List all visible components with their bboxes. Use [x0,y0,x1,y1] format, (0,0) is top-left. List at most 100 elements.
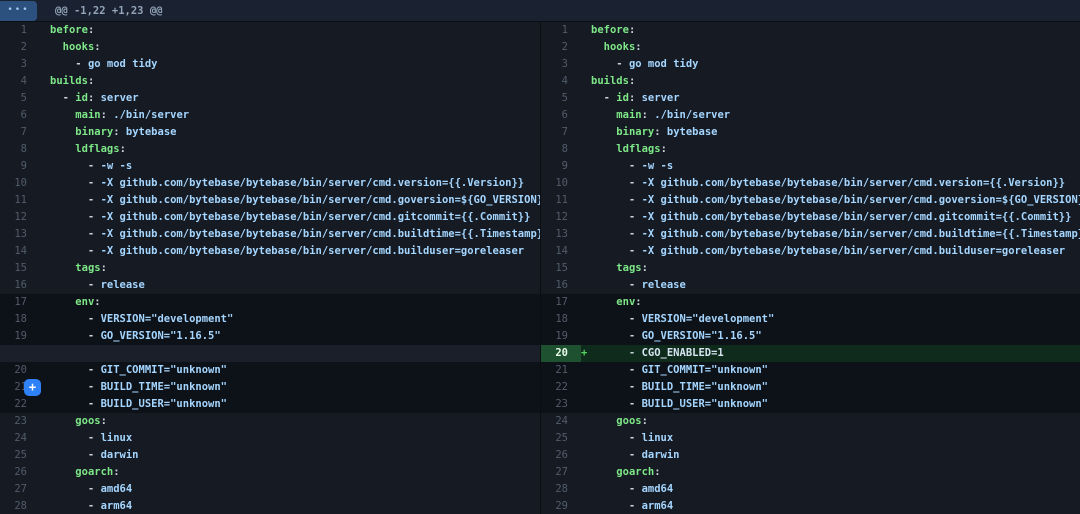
line-number[interactable]: 21 [541,362,581,379]
line-number[interactable]: 8 [541,141,581,158]
code-line: - amd64 [591,481,1080,498]
line-number[interactable]: 16 [541,277,581,294]
line-number[interactable]: 9 [541,158,581,175]
code-token: arm64 [642,500,674,512]
line-number[interactable]: 10 [541,175,581,192]
code-line: - BUILD_USER="unknown" [591,396,1080,413]
code-line: - release [50,277,540,294]
code-line: - -w -s [50,158,540,175]
diff-row: 5 - id: server [541,90,1080,107]
line-number[interactable]: 23 [0,413,40,430]
line-number[interactable]: 19 [541,328,581,345]
added-line-marker: + [581,345,591,362]
line-number[interactable]: 27 [541,464,581,481]
code-token: - [591,58,629,70]
line-number[interactable]: 18 [541,311,581,328]
diff-row: 2 hooks: [541,39,1080,56]
line-number[interactable]: 10 [0,175,40,192]
expand-diff-button[interactable]: ••• [0,1,37,21]
line-number[interactable]: 5 [0,90,40,107]
line-number[interactable]: 29 [541,498,581,514]
line-number[interactable]: 2 [541,39,581,56]
line-number[interactable]: 15 [0,260,40,277]
code-line: - -X github.com/bytebase/bytebase/bin/se… [50,192,540,209]
diff-row: 7 binary: bytebase [0,124,540,141]
line-number[interactable]: 1 [541,22,581,39]
line-number[interactable]: 6 [541,107,581,124]
line-number[interactable]: 3 [541,56,581,73]
diff-row: 18 - VERSION="development" [541,311,1080,328]
diff-row: 25 - darwin [0,447,540,464]
line-number[interactable]: 12 [541,209,581,226]
code-token: : [113,466,119,478]
code-line: builds: [591,73,1080,90]
code-token [50,466,75,478]
code-token: env [616,296,635,308]
code-token: GIT_COMMIT="unknown" [101,364,227,376]
code-line: - arm64 [50,498,540,514]
line-number[interactable]: 6 [0,107,40,124]
diff-row: 10 - -X github.com/bytebase/bytebase/bin… [541,175,1080,192]
line-number[interactable]: 11 [541,192,581,209]
line-number[interactable]: 24 [541,413,581,430]
line-number[interactable]: 17 [541,294,581,311]
line-number[interactable]: 8 [0,141,40,158]
code-token: - [591,279,642,291]
code-token: - [50,92,75,104]
code-token: BUILD_TIME="unknown" [642,381,768,393]
line-number[interactable]: 11 [0,192,40,209]
code-token: amd64 [642,483,674,495]
line-number[interactable]: 16 [0,277,40,294]
code-token: builds [591,75,629,87]
line-number[interactable]: 4 [0,73,40,90]
add-comment-button[interactable]: + [24,379,41,396]
line-number[interactable]: 7 [541,124,581,141]
code-line: - -X github.com/bytebase/bytebase/bin/se… [50,175,540,192]
line-number[interactable]: 14 [0,243,40,260]
line-number[interactable]: 12 [0,209,40,226]
line-number[interactable]: 23 [541,396,581,413]
diff-row: 6 main: ./bin/server [0,107,540,124]
code-token: - [50,432,101,444]
code-token: hooks [63,41,95,53]
diff-row: 10 - -X github.com/bytebase/bytebase/bin… [0,175,540,192]
diff-row: 6 main: ./bin/server [541,107,1080,124]
line-number[interactable]: 7 [0,124,40,141]
line-number[interactable]: 27 [0,481,40,498]
line-number[interactable]: 25 [0,447,40,464]
code-line: - -X github.com/bytebase/bytebase/bin/se… [591,175,1080,192]
line-number[interactable]: 15 [541,260,581,277]
line-number[interactable]: 5 [541,90,581,107]
line-number[interactable]: 20 [541,345,581,362]
line-number[interactable]: 4 [541,73,581,90]
line-number[interactable]: 2 [0,39,40,56]
line-number[interactable]: 28 [541,481,581,498]
code-token: - [591,364,642,376]
diff-row: 27 goarch: [541,464,1080,481]
line-number[interactable]: 18 [0,311,40,328]
line-number[interactable]: 14 [541,243,581,260]
line-number[interactable]: 13 [0,226,40,243]
line-number[interactable]: 22 [541,379,581,396]
line-number[interactable]: 13 [541,226,581,243]
line-number[interactable]: 20 [0,362,40,379]
line-number[interactable]: 26 [0,464,40,481]
line-number[interactable]: 26 [541,447,581,464]
code-line: - BUILD_TIME="unknown" [50,379,540,396]
code-token: - [50,483,101,495]
line-number[interactable]: 9 [0,158,40,175]
code-line: hooks: [50,39,540,56]
code-token [591,41,604,53]
line-number[interactable]: 17 [0,294,40,311]
line-number[interactable]: 28 [0,498,40,514]
code-line: - GIT_COMMIT="unknown" [591,362,1080,379]
line-number[interactable]: 22 [0,396,40,413]
code-line: binary: bytebase [50,124,540,141]
code-token: - [50,194,101,206]
line-number[interactable]: 19 [0,328,40,345]
line-number[interactable]: 1 [0,22,40,39]
line-number[interactable]: 3 [0,56,40,73]
code-line: - -X github.com/bytebase/bytebase/bin/se… [591,209,1080,226]
line-number[interactable]: 24 [0,430,40,447]
line-number[interactable]: 25 [541,430,581,447]
